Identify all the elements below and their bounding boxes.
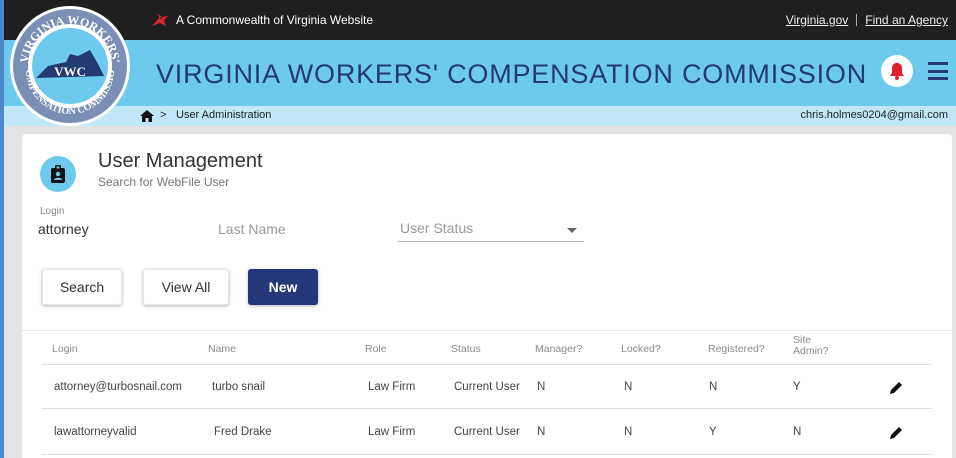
site-title: VIRGINIA WORKERS' COMPENSATION COMMISSIO…: [156, 59, 868, 89]
main-content: User Management Search for WebFile User …: [0, 126, 956, 458]
column-header-status[interactable]: Status: [451, 344, 481, 355]
edit-pencil-icon[interactable]: [888, 425, 904, 441]
user-status-select[interactable]: User Status: [398, 218, 584, 242]
user-status-placeholder: User Status: [400, 220, 474, 236]
cell-registered: Y: [709, 426, 717, 438]
page-title: User Management: [98, 150, 263, 172]
cell-site-admin: Y: [793, 381, 801, 393]
row-divider: [42, 454, 932, 455]
column-header-name[interactable]: Name: [208, 344, 236, 355]
login-input[interactable]: [38, 218, 188, 240]
login-field-label: Login: [40, 206, 65, 217]
column-header-login[interactable]: Login: [52, 344, 78, 355]
notifications-button[interactable]: [881, 55, 913, 87]
edit-pencil-icon[interactable]: [888, 380, 904, 396]
cell-manager: N: [537, 381, 546, 393]
cell-locked: N: [624, 381, 633, 393]
logo-center-text: VWC: [54, 64, 86, 79]
cell-login: attorney@turbosnail.com: [54, 381, 183, 393]
breadcrumb-current-page: User Administration: [176, 109, 272, 121]
column-header-locked[interactable]: Locked?: [621, 344, 661, 355]
chevron-down-icon: [567, 228, 577, 233]
cell-role: Law Firm: [368, 381, 416, 393]
column-header-role[interactable]: Role: [365, 344, 387, 355]
site-header: VIRGINIA WORKERS' COMPENSATION COMMISSIO…: [0, 40, 956, 106]
cell-status: Current User: [454, 426, 520, 438]
view-all-button[interactable]: View All: [143, 269, 229, 305]
user-management-icon-circle: [40, 156, 76, 192]
cell-name: turbo snail: [212, 381, 266, 393]
search-button[interactable]: Search: [42, 269, 122, 305]
find-an-agency-link[interactable]: Find an Agency: [865, 13, 948, 27]
column-header-site-admin[interactable]: Site Admin?: [793, 335, 833, 357]
vwc-logo-seal[interactable]: VIRGINIA WORKERS' COMPENSATION COMMISSIO…: [8, 4, 132, 128]
hamburger-menu-icon[interactable]: [928, 62, 948, 80]
table-header-divider: [42, 364, 932, 365]
table-divider: [22, 330, 952, 331]
new-user-button[interactable]: New: [248, 269, 318, 305]
virginia-gov-link[interactable]: Virginia.gov: [786, 13, 848, 27]
top-utility-bar: A Commonwealth of Virginia Website Virgi…: [0, 0, 956, 40]
cell-locked: N: [624, 426, 633, 438]
cell-registered: N: [709, 381, 718, 393]
cell-site-admin: N: [793, 426, 802, 438]
cardinal-icon: [152, 14, 168, 26]
link-divider: [856, 14, 858, 26]
cell-name: Fred Drake: [214, 426, 272, 438]
breadcrumb: > User Administration chris.holmes0204@g…: [0, 106, 956, 126]
row-divider: [42, 408, 932, 409]
commonwealth-text: A Commonwealth of Virginia Website: [176, 13, 373, 27]
cell-status: Current User: [454, 381, 520, 393]
home-icon[interactable]: [140, 110, 154, 122]
breadcrumb-separator: >: [160, 109, 167, 121]
id-badge-icon: [51, 165, 65, 183]
notification-bell-icon: [890, 63, 904, 80]
column-header-manager[interactable]: Manager?: [535, 344, 582, 355]
cell-login: lawattorneyvalid: [54, 426, 137, 438]
user-management-card: User Management Search for WebFile User …: [22, 134, 952, 458]
utility-links: Virginia.gov Find an Agency: [786, 13, 948, 27]
page-subtitle: Search for WebFile User: [98, 175, 230, 189]
user-email[interactable]: chris.holmes0204@gmail.com: [800, 109, 948, 121]
last-name-input[interactable]: [218, 218, 368, 240]
cell-manager: N: [537, 426, 546, 438]
column-header-registered[interactable]: Registered?: [708, 344, 765, 355]
cell-role: Law Firm: [368, 426, 416, 438]
